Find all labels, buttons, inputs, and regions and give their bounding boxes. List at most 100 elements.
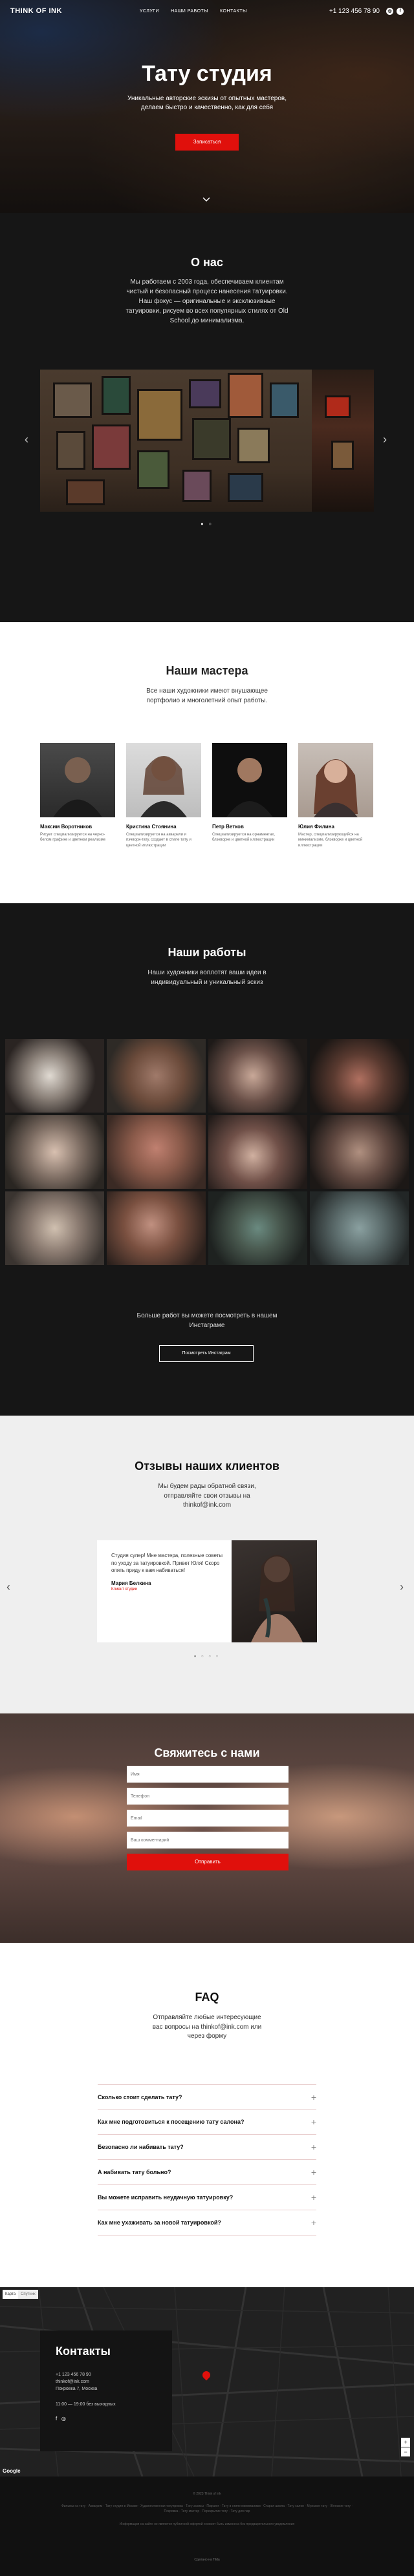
satellite-view-button[interactable]: Спутник [18, 2290, 38, 2299]
work-image[interactable] [310, 1039, 409, 1113]
contacts-title: Контакты [56, 2345, 111, 2358]
works-subtitle: Наши художники воплотят ваши идеи в инди… [147, 969, 267, 986]
faq-title: FAQ [195, 1991, 219, 2004]
review-photo [232, 1540, 317, 1642]
header-phone[interactable]: +1 123 456 78 90 [329, 8, 380, 15]
contact-address: Покровка 7, Москва [56, 2387, 98, 2392]
works-more-text: Больше работ вы можете посмотреть в наше… [136, 1312, 278, 1329]
review-author-role: Клиент студии [111, 1587, 138, 1592]
master-name: Максим Воротников [40, 824, 93, 830]
map-section[interactable]: Карта Спутник Контакты +1 123 456 78 90 … [0, 2287, 414, 2477]
reviews-next-arrow[interactable]: › [400, 1580, 404, 1594]
master-name: Юлия Филина [298, 824, 334, 830]
reviews-title: Отзывы наших клиентов [135, 1460, 279, 1472]
review-author: Мария Белкина [111, 1580, 151, 1586]
comment-field[interactable] [127, 1832, 289, 1848]
phone-field[interactable] [127, 1788, 289, 1805]
review-content: Студия супер! Мне мастера, полезные сове… [97, 1540, 232, 1642]
contact-email[interactable]: thinkof@ink.com [56, 2378, 157, 2385]
nav-item-works[interactable]: Наши работы [171, 9, 208, 14]
about-text: Мы работаем с 2003 года, обеспечиваем кл… [125, 278, 289, 324]
contact-form: Отправить [127, 1766, 289, 1870]
plus-icon: + [310, 2142, 316, 2152]
work-image[interactable] [5, 1191, 104, 1265]
zoom-out-button[interactable]: − [401, 2447, 410, 2456]
instagram-icon[interactable]: ◎ [386, 7, 393, 15]
work-image[interactable] [107, 1191, 206, 1265]
google-logo: Google [3, 2468, 21, 2474]
contacts-card: Контакты +1 123 456 78 90 thinkof@ink.co… [40, 2330, 172, 2451]
plus-icon: + [310, 2192, 316, 2203]
work-image[interactable] [310, 1115, 409, 1189]
plus-icon: + [310, 2217, 316, 2228]
master-description: Специализируется на акварели и пэчворк-т… [126, 833, 191, 848]
work-image[interactable] [5, 1039, 104, 1113]
master-card: Максим Воротников Рисует специализируетс… [40, 743, 115, 848]
map-zoom-controls: + − [401, 2438, 410, 2457]
master-description: Мастер, специализирующийся на минимализм… [298, 833, 363, 848]
reviews-prev-arrow[interactable]: ‹ [6, 1580, 10, 1594]
main-nav: Услуги Наши работы Контакты [140, 9, 247, 14]
faq-item[interactable]: Вы можете исправить неудачную татуировку… [98, 2185, 316, 2210]
reviews-dots[interactable]: ● ○ ○ ○ [0, 1655, 414, 1659]
zoom-in-button[interactable]: + [401, 2438, 410, 2447]
faq-item[interactable]: Как мне подготовиться к посещению тату с… [98, 2110, 316, 2135]
contact-social-icons: f ◎ [56, 2416, 157, 2422]
work-image[interactable] [208, 1039, 307, 1113]
about-section: О нас Мы работаем с 2003 года, обеспечив… [0, 213, 414, 622]
faq-item[interactable]: Сколько стоит сделать тату? + [98, 2084, 316, 2110]
faq-section: FAQ Отправляйте любые интересующие вас в… [0, 1943, 414, 2287]
nav-item-services[interactable]: Услуги [140, 9, 159, 14]
hero-subtitle: Уникальные авторские эскизы от опытных м… [127, 95, 287, 111]
top-navigation: THINK OF INK Услуги Наши работы Контакты… [0, 0, 414, 22]
footer: © 2023 Think of Ink Фильмы на тату · Акв… [0, 2477, 414, 2576]
works-grid [5, 1039, 409, 1265]
chevron-down-icon[interactable] [202, 195, 211, 204]
reviews-subtitle: Мы будем рады обратной связи, отправляйт… [158, 1483, 256, 1509]
nav-item-contacts[interactable]: Контакты [220, 9, 247, 14]
masters-section: Наши мастера Все наши художники имеют вн… [0, 622, 414, 903]
logo[interactable]: THINK OF INK [10, 7, 62, 15]
gallery-dots[interactable]: ● ○ [0, 522, 414, 527]
master-description: Специализируется на орнаментах, блэкворк… [212, 833, 276, 843]
master-card: Петр Ветков Специализируется на орнамент… [212, 743, 287, 848]
works-title: Наши работы [168, 946, 246, 959]
instagram-icon[interactable]: ◎ [61, 2416, 66, 2422]
facebook-icon[interactable]: f [56, 2416, 57, 2422]
plus-icon: + [310, 2117, 316, 2127]
email-field[interactable] [127, 1810, 289, 1827]
masters-grid: Максим Воротников Рисует специализируетс… [40, 743, 373, 848]
facebook-icon[interactable]: f [397, 7, 404, 15]
master-photo [298, 743, 373, 817]
hero-title: Тату студия [142, 61, 272, 86]
footer-made-with[interactable]: Сделано на Tilda [0, 2558, 414, 2562]
name-field[interactable] [127, 1766, 289, 1783]
plus-icon: + [310, 2167, 316, 2177]
work-image[interactable] [107, 1115, 206, 1189]
submit-button[interactable]: Отправить [127, 1854, 289, 1870]
contact-phone[interactable]: +1 123 456 78 90 [56, 2371, 157, 2378]
faq-item[interactable]: Безопасно ли набивать тату? + [98, 2135, 316, 2160]
about-gallery-image [40, 370, 374, 512]
master-photo [40, 743, 115, 817]
faq-item[interactable]: Как мне ухаживать за новой татуировкой? + [98, 2210, 316, 2236]
instagram-button[interactable]: Посмотреть Инстаграм [159, 1345, 254, 1362]
gallery-prev-arrow[interactable]: ‹ [25, 433, 28, 446]
work-image[interactable] [208, 1115, 307, 1189]
contact-section: Свяжитесь с нами Отправить [0, 1713, 414, 1943]
work-image[interactable] [5, 1115, 104, 1189]
work-image[interactable] [107, 1039, 206, 1113]
gallery-next-arrow[interactable]: › [383, 433, 387, 446]
hero-section: THINK OF INK Услуги Наши работы Контакты… [0, 0, 414, 213]
footer-disclaimer: Информация на сайте не является публично… [119, 2522, 295, 2526]
social-links: ◎ f [386, 7, 404, 15]
work-image[interactable] [208, 1191, 307, 1265]
work-image[interactable] [310, 1191, 409, 1265]
hero-book-button[interactable]: Записаться [175, 134, 239, 151]
map-view-button[interactable]: Карта [3, 2290, 19, 2299]
reviews-section: Отзывы наших клиентов Мы будем рады обра… [0, 1416, 414, 1713]
masters-subtitle: Все наши художники имеют внушающее портф… [146, 687, 268, 704]
master-card: Кристина Стоянина Специализируется на ак… [126, 743, 201, 848]
master-photo [126, 743, 201, 817]
faq-item[interactable]: А набивать тату больно? + [98, 2160, 316, 2185]
